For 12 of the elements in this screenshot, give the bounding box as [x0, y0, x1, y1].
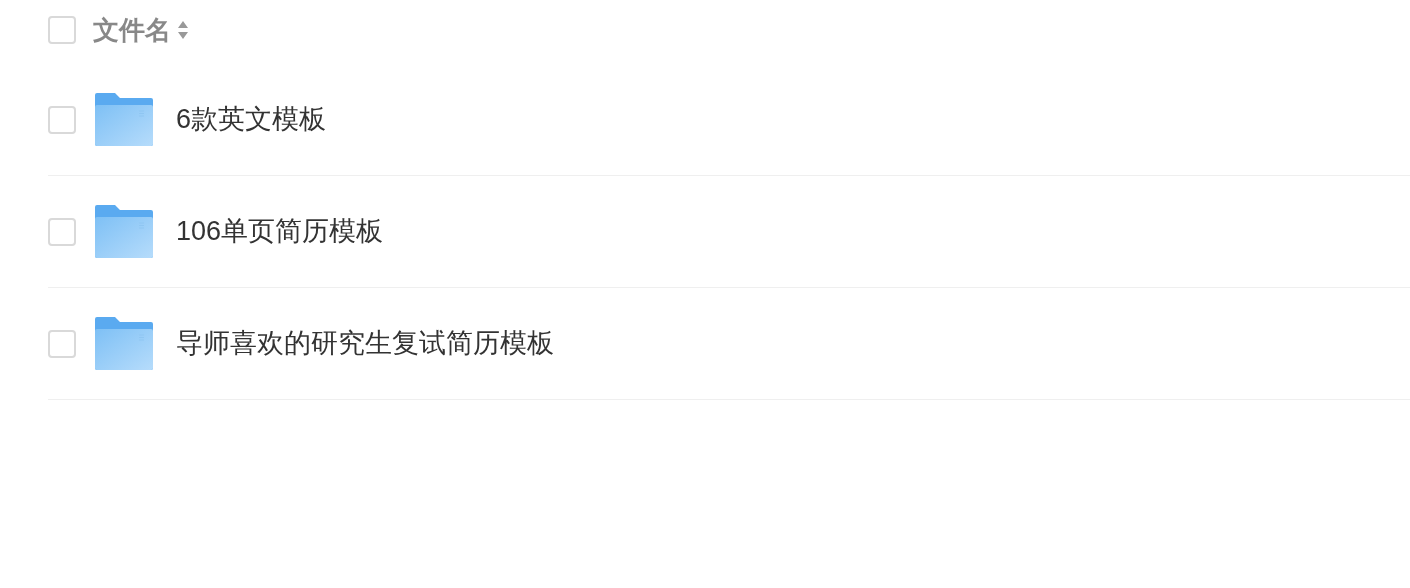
folder-icon — [95, 93, 153, 146]
folder-icon — [95, 205, 153, 258]
folder-icon — [95, 317, 153, 370]
checkbox[interactable] — [48, 105, 76, 134]
checkbox[interactable] — [48, 16, 76, 44]
folder-name[interactable]: 106单页简历模板 — [176, 211, 384, 252]
folder-name[interactable]: 导师喜欢的研究生复试简历模板 — [176, 323, 554, 364]
checkbox[interactable] — [48, 329, 76, 358]
checkbox[interactable] — [48, 217, 76, 246]
column-header[interactable]: 文件名 — [93, 10, 171, 50]
sort-icon[interactable] — [177, 19, 189, 41]
folder-name[interactable]: 6款英文模板 — [176, 99, 327, 140]
